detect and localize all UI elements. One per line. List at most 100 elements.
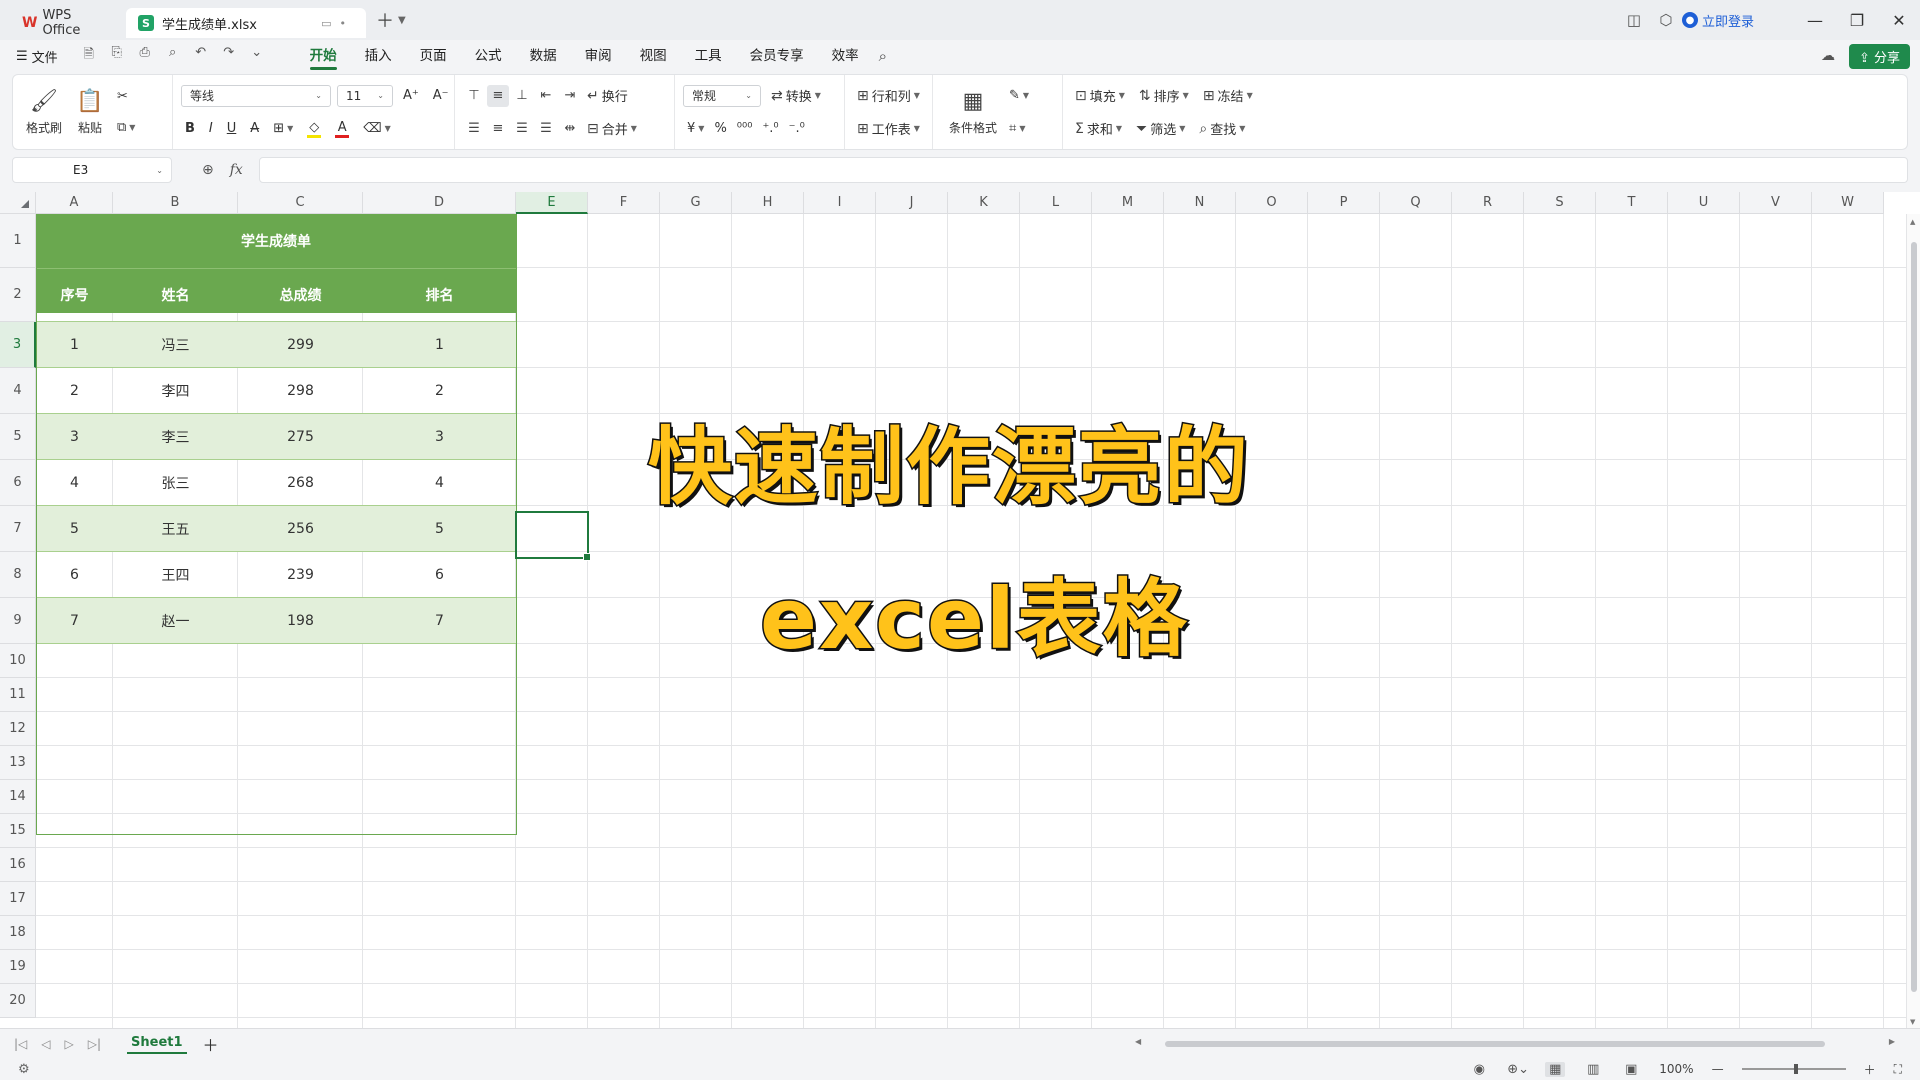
find-button[interactable]: ⌕ 查找 ▼ <box>1195 119 1249 139</box>
formula-input[interactable] <box>258 157 1908 183</box>
page-layout-view-icon[interactable]: ▥ <box>1583 1062 1603 1077</box>
column-header[interactable]: N <box>1164 192 1236 214</box>
horizontal-scrollbar[interactable]: ◀ ▶ <box>1135 1037 1895 1050</box>
table-style-icon[interactable]: ⌗ ▼ <box>1005 121 1033 136</box>
column-header[interactable]: S <box>1524 192 1596 214</box>
export-pdf-icon[interactable]: ⎘ <box>108 45 126 67</box>
normal-view-icon[interactable]: ▦ <box>1545 1061 1566 1077</box>
zoom-formula-icon[interactable]: ⊕ <box>202 162 214 178</box>
row-header[interactable]: 19 <box>0 950 36 984</box>
align-center-icon[interactable]: ≡ <box>487 118 509 140</box>
italic-button[interactable]: I <box>205 121 217 136</box>
tab-insert[interactable]: 插入 <box>351 40 406 72</box>
column-header[interactable]: D <box>363 192 516 214</box>
tab-member[interactable]: 会员专享 <box>736 40 818 72</box>
undo-icon[interactable]: ↶ <box>192 45 210 67</box>
scroll-right-icon[interactable]: ▶ <box>1889 1037 1895 1046</box>
column-header[interactable]: U <box>1668 192 1740 214</box>
format-painter-button[interactable]: 🖌 格式刷 <box>21 81 67 143</box>
row-header[interactable]: 3 <box>0 322 36 368</box>
column-header[interactable]: T <box>1596 192 1668 214</box>
vertical-scroll-thumb[interactable] <box>1911 242 1917 992</box>
row-header[interactable]: 1 <box>0 214 36 268</box>
print-preview-icon[interactable]: ⌕ <box>164 45 182 67</box>
column-header[interactable]: B <box>113 192 238 214</box>
thousands-icon[interactable]: ⁰⁰⁰ <box>733 121 757 136</box>
focus-mode-icon[interactable]: ⊕⌄ <box>1507 1062 1529 1077</box>
column-header[interactable]: K <box>948 192 1020 214</box>
align-top-icon[interactable]: ⊤ <box>463 85 485 107</box>
search-icon[interactable]: ⌕ <box>879 47 887 65</box>
fill-color-button[interactable]: ◇ <box>303 120 325 138</box>
border-button[interactable]: ⊞ ▼ <box>269 121 297 136</box>
column-header[interactable]: W <box>1812 192 1884 214</box>
column-header[interactable]: G <box>660 192 732 214</box>
column-header[interactable]: V <box>1740 192 1812 214</box>
insert-function-icon[interactable]: fx <box>230 162 243 178</box>
tab-efficiency[interactable]: 效率 <box>818 40 873 72</box>
tab-formula[interactable]: 公式 <box>461 40 516 72</box>
row-header[interactable]: 17 <box>0 882 36 916</box>
row-header[interactable]: 8 <box>0 552 36 598</box>
new-tab-button[interactable]: ＋ ▼ <box>376 7 416 33</box>
column-header[interactable]: M <box>1092 192 1164 214</box>
zoom-level[interactable]: 100% <box>1659 1062 1693 1076</box>
wrap-text-button[interactable]: ↵ 换行 <box>583 86 632 106</box>
column-header[interactable]: L <box>1020 192 1092 214</box>
row-header[interactable]: 5 <box>0 414 36 460</box>
fullscreen-icon[interactable]: ⛶ <box>1894 1062 1902 1077</box>
row-header[interactable]: 12 <box>0 712 36 746</box>
select-all-corner[interactable] <box>0 192 36 214</box>
login-button[interactable]: ● 立即登录 <box>1681 11 1754 30</box>
tab-home[interactable]: 开始 <box>296 40 351 72</box>
bold-button[interactable]: B <box>181 121 199 136</box>
increase-decimal-icon[interactable]: ⁺.⁰ <box>758 121 782 136</box>
column-header[interactable]: J <box>876 192 948 214</box>
justify-icon[interactable]: ☰ <box>535 118 557 140</box>
sheet-tab-sheet1[interactable]: Sheet1 <box>127 1033 187 1054</box>
last-sheet-icon[interactable]: ▷| <box>88 1037 101 1051</box>
decrease-font-icon[interactable]: A⁻ <box>429 88 453 103</box>
convert-button[interactable]: ⇄ 转换 ▼ <box>767 86 825 106</box>
column-header[interactable]: E <box>516 192 588 214</box>
minimize-button[interactable]: — <box>1794 11 1836 30</box>
currency-button[interactable]: ¥ ▼ <box>683 121 708 136</box>
sum-button[interactable]: Σ 求和 ▼ <box>1071 119 1126 139</box>
column-header[interactable]: F <box>588 192 660 214</box>
column-header[interactable]: H <box>732 192 804 214</box>
tab-view[interactable]: 视图 <box>626 40 681 72</box>
scroll-down-icon[interactable]: ▼ <box>1910 1018 1915 1026</box>
file-menu[interactable]: ☰ 文件 <box>16 47 58 66</box>
font-color-button[interactable]: A <box>331 120 353 138</box>
page-break-view-icon[interactable]: ▣ <box>1621 1062 1641 1077</box>
row-header[interactable]: 18 <box>0 916 36 950</box>
row-header[interactable]: 14 <box>0 780 36 814</box>
cut-icon[interactable]: ✂ <box>113 89 139 104</box>
row-col-button[interactable]: ⊞ 行和列 ▼ <box>853 86 924 106</box>
align-middle-icon[interactable]: ≡ <box>487 84 509 107</box>
copy-icon[interactable]: ⧉ ▼ <box>113 120 139 135</box>
increase-font-icon[interactable]: A⁺ <box>399 88 423 103</box>
increase-indent-icon[interactable]: ⇥ <box>559 85 581 107</box>
freeze-button[interactable]: ⊞ 冻结 ▼ <box>1199 86 1257 106</box>
merge-button[interactable]: ⊟ 合并 ▼ <box>583 119 641 139</box>
percent-button[interactable]: % <box>710 121 730 136</box>
column-header[interactable]: C <box>238 192 363 214</box>
sort-button[interactable]: ⇅ 排序 ▼ <box>1135 86 1193 106</box>
zoom-out-icon[interactable]: — <box>1712 1062 1724 1076</box>
row-header[interactable]: 16 <box>0 848 36 882</box>
row-header[interactable]: 11 <box>0 678 36 712</box>
clear-format-icon[interactable]: ⌫ ▼ <box>359 121 395 136</box>
tab-review[interactable]: 审阅 <box>571 40 626 72</box>
wps-home-tab[interactable]: W WPS Office <box>10 8 120 38</box>
fill-button[interactable]: ⊡ 填充 ▼ <box>1071 86 1129 106</box>
font-name-select[interactable]: 等线 ⌄ <box>181 84 331 107</box>
filter-button[interactable]: ⏷ 筛选 ▼ <box>1132 119 1189 139</box>
column-header[interactable]: Q <box>1380 192 1452 214</box>
decrease-indent-icon[interactable]: ⇤ <box>535 85 557 107</box>
scroll-up-icon[interactable]: ▲ <box>1910 218 1915 226</box>
tab-page[interactable]: 页面 <box>406 40 461 72</box>
prev-sheet-icon[interactable]: ◁ <box>41 1037 50 1051</box>
align-bottom-icon[interactable]: ⊥ <box>511 85 533 107</box>
number-format-select[interactable]: 常规 ⌄ <box>683 84 761 107</box>
